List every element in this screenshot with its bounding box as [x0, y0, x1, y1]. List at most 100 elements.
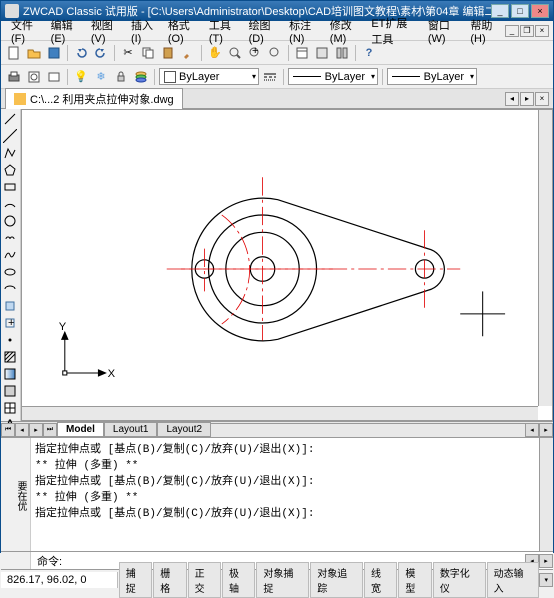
hatch-icon[interactable] [1, 349, 19, 365]
circle-icon[interactable] [1, 213, 19, 229]
menu-insert[interactable]: 插入(I) [125, 15, 162, 47]
layer-bulb-icon[interactable]: 💡 [72, 68, 90, 86]
ellipse-icon[interactable] [1, 264, 19, 280]
make-block-icon[interactable]: + [1, 315, 19, 331]
revcloud-icon[interactable] [1, 230, 19, 246]
print-icon[interactable] [5, 68, 23, 86]
mdi-close[interactable]: × [535, 25, 549, 37]
layer-freeze-icon[interactable]: ❄ [92, 68, 110, 86]
insert-block-icon[interactable] [1, 298, 19, 314]
svg-text:+: + [8, 317, 14, 329]
drawing-canvas[interactable]: Y X [21, 109, 553, 421]
status-otrack[interactable]: 对象追踪 [310, 562, 363, 598]
cmd-scroll-right[interactable]: ▸ [539, 554, 553, 568]
menu-edit[interactable]: 编辑(E) [45, 15, 85, 47]
line-icon[interactable] [1, 111, 19, 127]
scrollbar-horizontal[interactable] [22, 406, 538, 420]
save-icon[interactable] [45, 44, 63, 62]
paste-icon[interactable] [159, 44, 177, 62]
layout-first-icon[interactable]: ⏮ [1, 423, 15, 437]
gradient-icon[interactable] [1, 366, 19, 382]
maximize-button[interactable]: □ [511, 4, 529, 18]
linetype-dropdown[interactable]: ByLayer [288, 68, 378, 85]
menu-help[interactable]: 帮助(H) [464, 15, 505, 47]
tab-model[interactable]: Model [57, 422, 104, 437]
tab-next-icon[interactable]: ▸ [520, 92, 534, 106]
layout-prev-icon[interactable]: ◂ [15, 423, 29, 437]
tab-close-icon[interactable]: × [535, 92, 549, 106]
lineweight-dropdown[interactable]: ByLayer [387, 68, 477, 85]
status-lwt[interactable]: 线宽 [364, 562, 397, 598]
ucs-x-label: X [108, 368, 116, 380]
table-icon[interactable] [1, 400, 19, 416]
status-grid[interactable]: 栅格 [153, 562, 186, 598]
zoom-prev-icon[interactable] [266, 44, 284, 62]
status-snap[interactable]: 捕捉 [119, 562, 152, 598]
status-coordinates[interactable]: 826.17, 96.02, 0 [1, 572, 118, 588]
draw-toolbar: + A [1, 109, 21, 421]
matchprop-icon[interactable] [179, 44, 197, 62]
layout-last-icon[interactable]: ⏭ [43, 423, 57, 437]
properties-icon[interactable] [293, 44, 311, 62]
rectangle-icon[interactable] [1, 179, 19, 195]
color-dropdown[interactable]: ByLayer [159, 68, 259, 85]
tab-prev-icon[interactable]: ◂ [505, 92, 519, 106]
preview-icon[interactable] [25, 68, 43, 86]
status-polar[interactable]: 极轴 [222, 562, 255, 598]
menu-file[interactable]: 文件(F) [5, 15, 45, 47]
menu-dim[interactable]: 标注(N) [283, 15, 324, 47]
scrollbar-vertical[interactable] [538, 110, 552, 406]
status-tablet[interactable]: 数字化仪 [433, 562, 486, 598]
close-button[interactable]: × [531, 4, 549, 18]
layer-manager-icon[interactable] [132, 68, 150, 86]
menu-view[interactable]: 视图(V) [85, 15, 125, 47]
menu-window[interactable]: 窗口(W) [422, 15, 464, 47]
status-osnap[interactable]: 对象捕捉 [256, 562, 309, 598]
menu-tools[interactable]: 工具(T) [203, 15, 243, 47]
cmd-scrollbar[interactable] [539, 438, 553, 551]
status-dyn[interactable]: 动态输入 [487, 562, 540, 598]
menu-draw[interactable]: 绘图(D) [243, 15, 284, 47]
active-doc-tab[interactable]: C:\...2 利用夹点拉伸对象.dwg [5, 88, 183, 109]
copy-icon[interactable] [139, 44, 157, 62]
menu-modify[interactable]: 修改(M) [324, 15, 366, 47]
zoom-win-icon[interactable]: + [246, 44, 264, 62]
layer-lock-icon[interactable] [112, 68, 130, 86]
status-ortho[interactable]: 正交 [188, 562, 221, 598]
help-icon[interactable]: ? [360, 44, 378, 62]
toolpalette-icon[interactable] [333, 44, 351, 62]
xline-icon[interactable] [1, 128, 19, 144]
pline-icon[interactable] [1, 145, 19, 161]
publish-icon[interactable] [45, 68, 63, 86]
hscroll-right-icon[interactable]: ▸ [539, 423, 553, 437]
layout-next-icon[interactable]: ▸ [29, 423, 43, 437]
new-icon[interactable] [5, 44, 23, 62]
command-history-panel: 要在优 指定拉伸点或 [基点(B)/复制(C)/放弃(U)/退出(X)]: **… [1, 437, 553, 551]
command-history[interactable]: 指定拉伸点或 [基点(B)/复制(C)/放弃(U)/退出(X)]: ** 拉伸 … [31, 438, 539, 551]
mdi-restore[interactable]: ❐ [520, 25, 534, 37]
ucs-y-label: Y [59, 321, 67, 333]
region-icon[interactable] [1, 383, 19, 399]
menu-format[interactable]: 格式(O) [162, 15, 203, 47]
zoom-rt-icon[interactable] [226, 44, 244, 62]
polygon-icon[interactable] [1, 162, 19, 178]
tab-layout1[interactable]: Layout1 [104, 422, 158, 437]
tab-layout2[interactable]: Layout2 [157, 422, 211, 437]
open-icon[interactable] [25, 44, 43, 62]
linetype-manager-icon[interactable] [261, 68, 279, 86]
hscroll-left-icon[interactable]: ◂ [525, 423, 539, 437]
status-chevron-icon[interactable]: ▾ [539, 573, 553, 587]
cut-icon[interactable]: ✂ [119, 44, 137, 62]
mdi-minimize[interactable]: _ [505, 25, 519, 37]
status-model[interactable]: 模型 [398, 562, 431, 598]
ellipse-arc-icon[interactable] [1, 281, 19, 297]
command-side-label: 要在优 [1, 438, 31, 551]
designcenter-icon[interactable] [313, 44, 331, 62]
spline-icon[interactable] [1, 247, 19, 263]
arc-icon[interactable] [1, 196, 19, 212]
point-icon[interactable] [1, 332, 19, 348]
dwg-icon [14, 93, 26, 105]
pan-icon[interactable]: ✋ [206, 44, 224, 62]
undo-icon[interactable] [72, 44, 90, 62]
redo-icon[interactable] [92, 44, 110, 62]
